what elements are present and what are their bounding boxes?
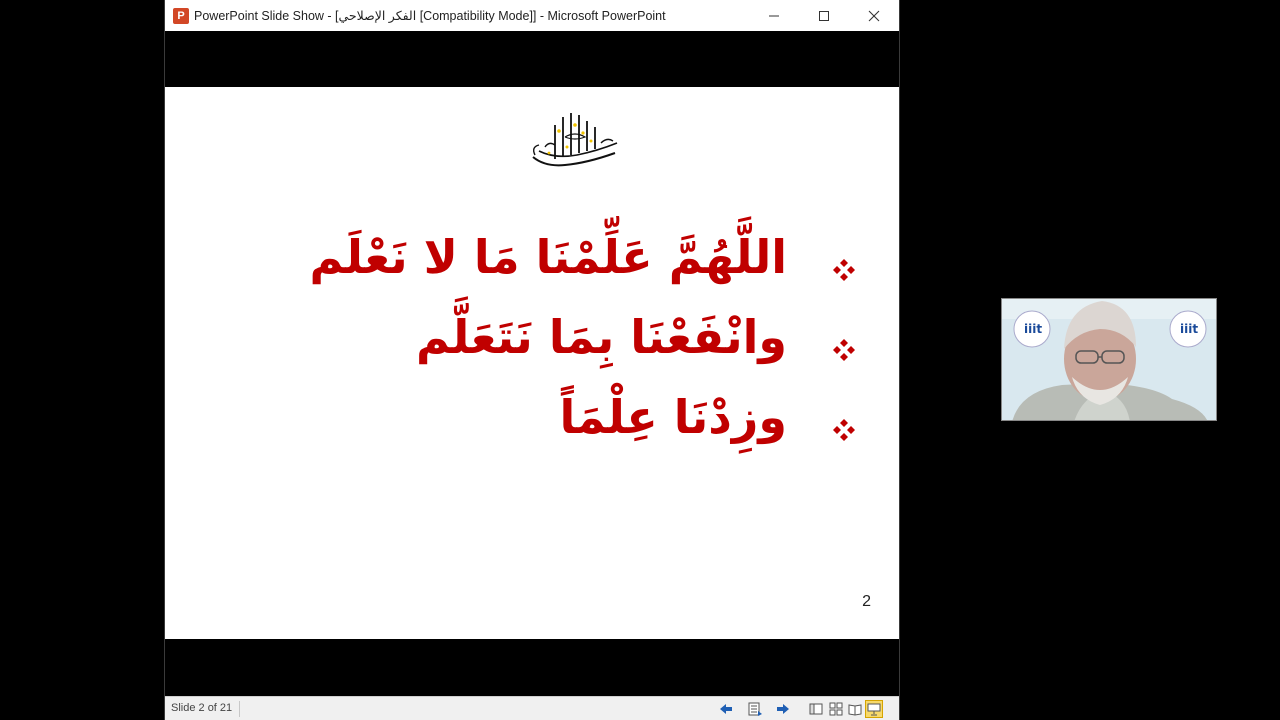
verse-item: اللَّهُمَّ عَلِّمْنَا مَا لا نَعْلَم: [205, 217, 875, 297]
close-button[interactable]: [849, 0, 899, 31]
reading-view-icon: [848, 704, 862, 716]
svg-text:iiit: iiit: [1180, 322, 1198, 336]
diamond-bullet-icon: [833, 339, 855, 361]
status-bar: Slide 2 of 21: [165, 696, 899, 720]
previous-slide-button[interactable]: [717, 700, 735, 718]
verse-list: اللَّهُمَّ عَلِّمْنَا مَا لا نَعْلَم وان…: [205, 217, 875, 457]
window-controls: [749, 0, 899, 31]
slide-show-button[interactable]: [865, 700, 883, 718]
reading-view-button[interactable]: [846, 700, 864, 718]
next-slide-icon: [777, 704, 789, 714]
slide-menu-button[interactable]: [746, 700, 764, 718]
slide-counter: Slide 2 of 21: [171, 702, 233, 714]
previous-slide-icon: [720, 704, 732, 714]
window-title: PowerPoint Slide Show - [الفكر الإصلاحي …: [194, 9, 666, 23]
slide-sorter-button[interactable]: [827, 700, 845, 718]
status-divider: [239, 701, 240, 717]
verse-item: وزِدْنَا عِلْمَاً: [205, 377, 875, 457]
title-bar[interactable]: P PowerPoint Slide Show - [الفكر الإصلاح…: [165, 0, 899, 31]
slide-canvas[interactable]: اللَّهُمَّ عَلِّمْنَا مَا لا نَعْلَم وان…: [165, 87, 899, 639]
powerpoint-app-icon[interactable]: P: [173, 7, 189, 24]
minimize-icon: [769, 15, 779, 16]
close-icon: [868, 10, 880, 21]
slide-sorter-icon: [829, 702, 843, 716]
slide-show-icon: [867, 703, 881, 716]
powerpoint-window: P PowerPoint Slide Show - [الفكر الإصلاح…: [164, 0, 900, 720]
svg-text:iiit: iiit: [1024, 322, 1042, 336]
verse-text: اللَّهُمَّ عَلِّمْنَا مَا لا نَعْلَم: [309, 230, 788, 284]
slide-menu-icon: [748, 702, 762, 716]
maximize-button[interactable]: [799, 0, 849, 31]
verse-text: وزِدْنَا عِلْمَاً: [559, 390, 787, 444]
basmala-calligraphy-image: [532, 113, 618, 167]
next-slide-button[interactable]: [774, 700, 792, 718]
maximize-icon: [819, 10, 829, 21]
verse-text: وانْفَعْنَا بِمَا نَتَعَلَّم: [415, 310, 787, 364]
slide-page-number: 2: [862, 593, 871, 610]
webcam-video-overlay: iiit iiit: [1001, 298, 1217, 421]
normal-view-button[interactable]: [807, 700, 825, 718]
verse-item: وانْفَعْنَا بِمَا نَتَعَلَّم: [205, 297, 875, 377]
normal-view-icon: [809, 703, 823, 715]
minimize-button[interactable]: [749, 0, 799, 31]
diamond-bullet-icon: [833, 259, 855, 281]
presenter-video-image: iiit iiit: [1002, 299, 1216, 420]
diamond-bullet-icon: [833, 419, 855, 441]
